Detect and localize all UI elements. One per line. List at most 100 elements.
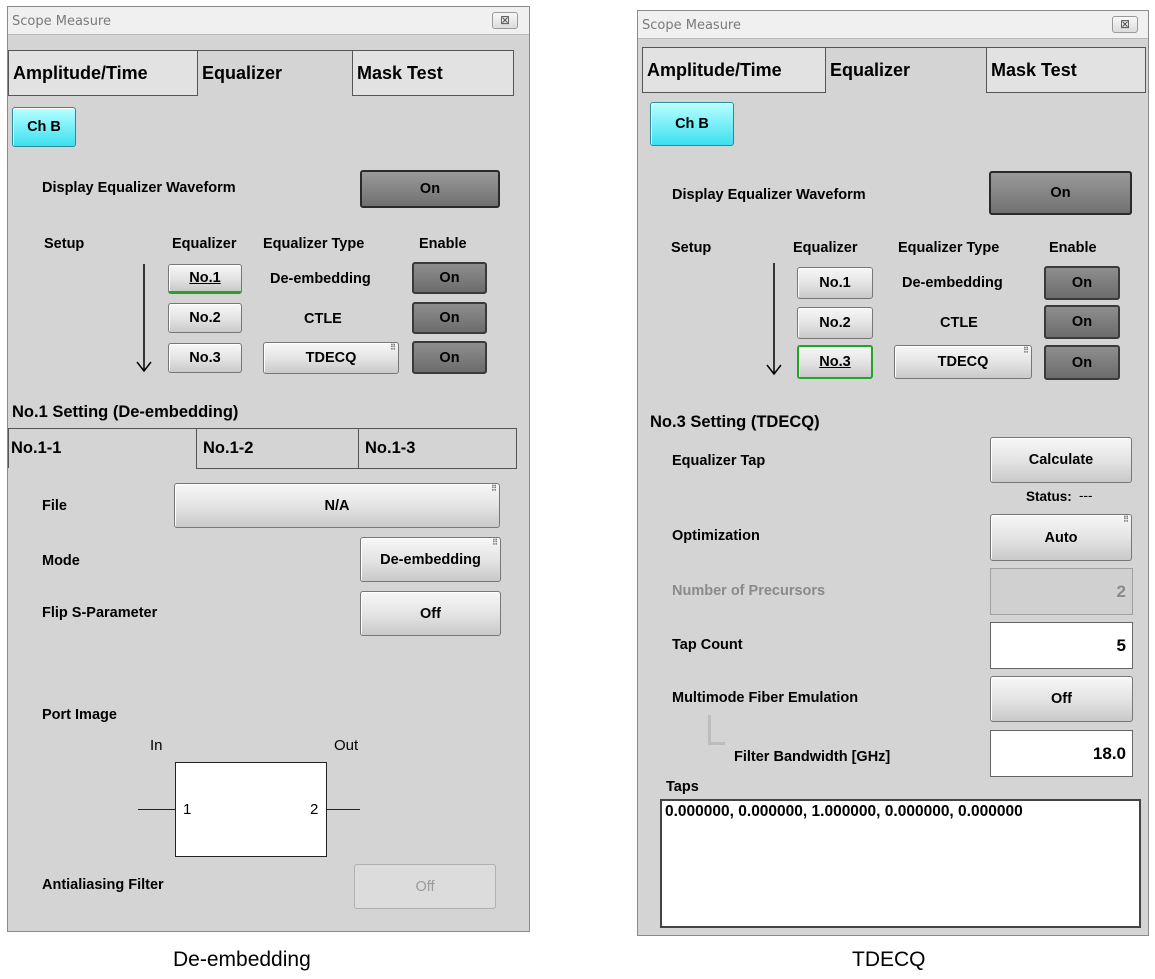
left-flip-label: Flip S-Parameter (42, 605, 158, 621)
right-precursors-label: Number of Precursors (672, 583, 826, 599)
left-setup-down-arrow-icon (136, 264, 152, 373)
left-subtab-no1-1[interactable]: No.1-1 (8, 428, 197, 468)
right-eq-no1-button[interactable]: No.1 (797, 267, 873, 299)
right-eq-no2-button[interactable]: No.2 (797, 307, 873, 339)
right-precursors-field[interactable]: 2 (990, 568, 1133, 615)
left-eq-type-3-dropdown[interactable]: TDECQ ⠿ (263, 342, 399, 374)
left-setup-header: Setup (44, 236, 85, 252)
left-eq-no3-button[interactable]: No.3 (168, 343, 242, 373)
left-eq-no1-button[interactable]: No.1 (168, 264, 242, 294)
left-mode-value: De-embedding (380, 551, 481, 568)
left-section-title: No.1 Setting (De-embedding) (12, 403, 239, 421)
right-setup-header: Setup (671, 240, 712, 256)
right-status-value: --- (1079, 488, 1093, 503)
right-eq-no3-label: No.3 (819, 354, 851, 370)
left-antialias-label: Antialiasing Filter (42, 877, 164, 893)
left-eq-type-3-label: TDECQ (305, 350, 357, 366)
left-port-box (175, 762, 327, 857)
left-close-icon[interactable]: ⊠ (492, 12, 518, 29)
left-eq-type-2: CTLE (304, 311, 342, 327)
left-subtab-no1-2[interactable]: No.1-2 (196, 428, 359, 468)
right-tab-baseline (642, 92, 826, 93)
left-antialias-toggle[interactable]: Off (354, 864, 496, 909)
right-taps-label: Taps (666, 779, 699, 795)
left-enable-3-toggle[interactable]: On (412, 341, 487, 374)
right-enable-1-toggle[interactable]: On (1044, 266, 1120, 300)
right-display-waveform-label: Display Equalizer Waveform (672, 187, 866, 203)
left-display-waveform-toggle[interactable]: On (360, 170, 500, 208)
right-tab-mask-test[interactable]: Mask Test (986, 47, 1146, 92)
left-window-title: Scope Measure (12, 14, 111, 29)
right-optimization-grip-icon: ⠿ (1123, 515, 1129, 524)
right-eq-type-3-label: TDECQ (937, 354, 989, 370)
right-window-title: Scope Measure (642, 18, 741, 33)
left-file-button[interactable]: N/A ⠿ (174, 483, 500, 528)
right-enable-3-toggle[interactable]: On (1044, 345, 1120, 380)
right-tab-amplitude-time[interactable]: Amplitude/Time (642, 47, 826, 92)
left-equalizer-header: Equalizer (172, 236, 237, 252)
left-file-grip-icon: ⠿ (491, 484, 497, 493)
left-enable-2-toggle[interactable]: On (412, 302, 487, 334)
right-close-icon[interactable]: ⊠ (1112, 16, 1138, 33)
right-taps-textarea[interactable]: 0.000000, 0.000000, 1.000000, 0.000000, … (660, 799, 1141, 928)
left-eq-no1-label: No.1 (189, 270, 221, 286)
left-eq-no2-button[interactable]: No.2 (168, 303, 242, 333)
right-tap-count-field[interactable]: 5 (990, 622, 1133, 669)
left-tab-baseline (8, 95, 198, 96)
left-subtab-baseline (196, 468, 517, 469)
left-enable-header: Enable (419, 236, 467, 252)
right-eq-tap-label: Equalizer Tap (672, 453, 766, 469)
right-setup-down-arrow-icon (766, 263, 782, 376)
left-tab-equalizer[interactable]: Equalizer (197, 50, 353, 95)
left-enable-1-toggle[interactable]: On (412, 262, 487, 294)
left-port-diagram: 1 2 (138, 762, 360, 858)
right-optimization-dropdown[interactable]: Auto ⠿ (990, 514, 1132, 561)
caption-right: TDECQ (852, 948, 926, 971)
left-port-line-in (138, 809, 175, 810)
left-tab-amplitude-time[interactable]: Amplitude/Time (8, 50, 198, 95)
right-optimization-label: Optimization (672, 528, 760, 544)
left-tab-baseline-right (352, 95, 514, 96)
right-mmf-toggle[interactable]: Off (990, 676, 1133, 722)
right-eq-no3-button[interactable]: No.3 (797, 345, 873, 379)
left-file-label: File (42, 498, 67, 514)
right-calculate-button[interactable]: Calculate (990, 437, 1132, 483)
left-title-bar: Scope Measure ⊠ (8, 7, 529, 35)
right-status-label: Status: (1026, 489, 1072, 504)
right-filter-bw-field[interactable]: 18.0 (990, 730, 1133, 777)
right-tap-count-label: Tap Count (672, 637, 743, 653)
left-eq-type-3-grip-icon: ⠿ (390, 343, 396, 352)
right-eq-type-2: CTLE (940, 315, 978, 331)
right-enable-header: Enable (1049, 240, 1097, 256)
left-display-waveform-label: Display Equalizer Waveform (42, 180, 236, 196)
right-section-title: No.3 Setting (TDECQ) (650, 413, 820, 431)
left-port-line-out (327, 809, 360, 810)
right-display-waveform-toggle[interactable]: On (989, 171, 1132, 215)
caption-left: De-embedding (173, 948, 311, 971)
right-equalizer-header: Equalizer (793, 240, 858, 256)
left-scope-measure-window: Scope Measure ⊠ Amplitude/Time Equalizer… (7, 6, 530, 932)
left-port-in-label: In (150, 737, 163, 754)
left-type-header: Equalizer Type (263, 236, 365, 252)
right-optimization-value: Auto (1044, 529, 1078, 546)
left-tab-mask-test[interactable]: Mask Test (352, 50, 514, 95)
right-mmf-label: Multimode Fiber Emulation (672, 690, 859, 706)
right-channel-b-button[interactable]: Ch B (650, 102, 734, 146)
right-enable-2-toggle[interactable]: On (1044, 305, 1120, 339)
right-tab-baseline-right (986, 92, 1146, 93)
left-port-2-label: 2 (310, 801, 319, 818)
left-subtab-no1-3[interactable]: No.1-3 (358, 428, 517, 468)
right-taps-value: 0.000000, 0.000000, 1.000000, 0.000000, … (665, 803, 1023, 820)
left-flip-toggle[interactable]: Off (360, 591, 501, 636)
right-filter-bw-label: Filter Bandwidth [GHz] (734, 749, 891, 765)
left-port-1-label: 1 (183, 801, 192, 818)
right-eq-type-3-dropdown[interactable]: TDECQ ⠿ (894, 345, 1032, 379)
right-tab-equalizer[interactable]: Equalizer (825, 47, 987, 92)
right-title-bar: Scope Measure ⊠ (638, 11, 1148, 39)
right-filter-indent-bracket (708, 715, 725, 745)
left-eq-type-1: De-embedding (270, 271, 371, 287)
left-channel-b-button[interactable]: Ch B (12, 107, 76, 147)
left-port-image-label: Port Image (42, 707, 117, 723)
left-mode-grip-icon: ⠿ (492, 538, 498, 547)
left-mode-dropdown[interactable]: De-embedding ⠿ (360, 537, 501, 582)
